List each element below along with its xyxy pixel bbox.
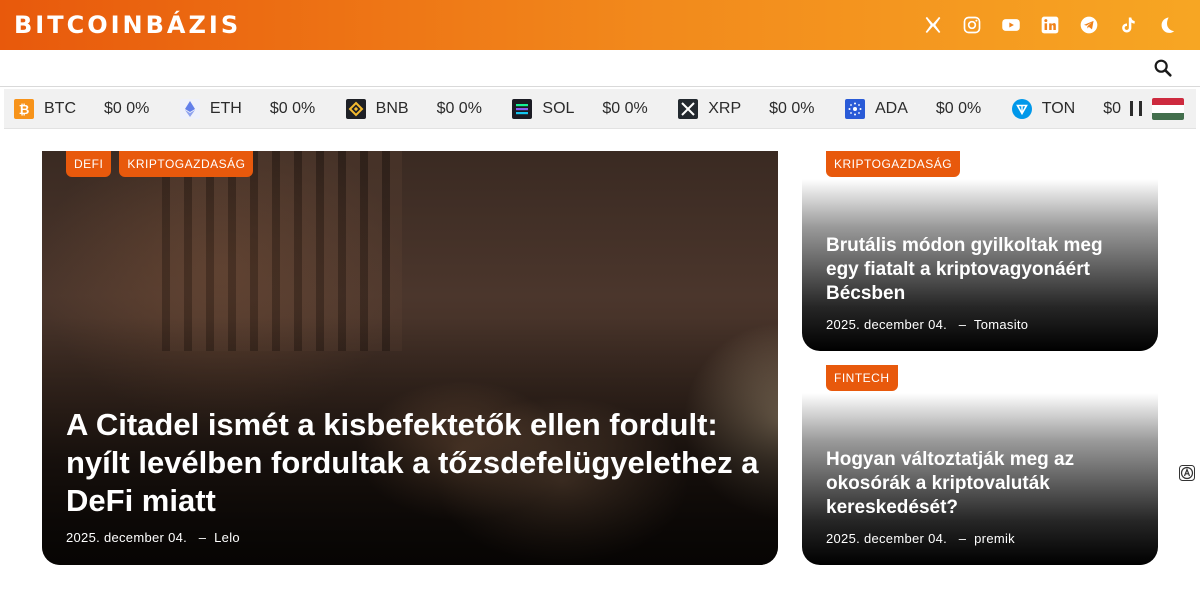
ticker-coin-bnb[interactable]: BNB $0 0% <box>345 89 482 128</box>
tag-defi[interactable]: DEFI <box>66 151 112 177</box>
card-meta: 2025. december 04. – Tomasito <box>826 317 1029 332</box>
bnb-icon <box>345 99 366 119</box>
x-icon[interactable] <box>913 0 952 50</box>
search-bar <box>0 50 1200 87</box>
social-links <box>913 0 1186 50</box>
ticker-pause-button[interactable] <box>1130 99 1142 119</box>
article-date: 2025. december 04. <box>66 530 188 545</box>
hero-tags: DEFI KRIPTOGAZDASÁG <box>66 151 254 177</box>
ticker-coin-ada[interactable]: ADA $0 0% <box>844 89 981 128</box>
article-date: 2025. december 04. <box>826 317 948 332</box>
article-author[interactable]: premik <box>974 531 1015 546</box>
dark-mode-icon[interactable] <box>1147 0 1186 50</box>
tiktok-icon[interactable] <box>1108 0 1147 50</box>
tag-kriptogazdasag[interactable]: KRIPTOGAZDASÁG <box>119 151 254 177</box>
article-card[interactable]: KRIPTOGAZDASÁG Brutális módon gyilkoltak… <box>802 151 1158 351</box>
ton-icon <box>1011 99 1032 119</box>
linkedin-icon[interactable] <box>1030 0 1069 50</box>
crypto-ticker: ₿ BTC $0 0% ETH $0 0% BNB $0 0% SOL $0 0… <box>4 89 1196 129</box>
ethereum-icon <box>179 99 200 119</box>
youtube-icon[interactable] <box>991 0 1030 50</box>
tag-kriptogazdasag[interactable]: KRIPTOGAZDASÁG <box>826 151 961 177</box>
featured-article[interactable]: DEFI KRIPTOGAZDASÁG A Citadel ismét a ki… <box>42 151 778 565</box>
ticker-coin-eth[interactable]: ETH $0 0% <box>179 89 315 128</box>
tag-fintech[interactable]: FINTECH <box>826 365 898 391</box>
card-title[interactable]: Hogyan változtatják meg az okosórák a kr… <box>826 448 1126 520</box>
hungary-flag-icon[interactable] <box>1152 98 1184 120</box>
accessibility-icon[interactable] <box>1179 465 1195 481</box>
hero-meta: 2025. december 04. – Lelo <box>66 530 240 545</box>
article-date: 2025. december 04. <box>826 531 948 546</box>
ticker-coin-sol[interactable]: SOL $0 0% <box>512 89 648 128</box>
telegram-icon[interactable] <box>1069 0 1108 50</box>
article-author[interactable]: Tomasito <box>974 317 1028 332</box>
bitcoin-icon: ₿ <box>14 99 34 119</box>
card-title[interactable]: Brutális módon gyilkoltak meg egy fiatal… <box>826 234 1126 306</box>
cardano-icon <box>844 99 865 119</box>
article-card[interactable]: FINTECH Hogyan változtatják meg az okosó… <box>802 365 1158 565</box>
instagram-icon[interactable] <box>952 0 991 50</box>
ticker-coin-btc[interactable]: ₿ BTC $0 0% <box>14 89 149 128</box>
ticker-coin-ton[interactable]: TON $0 0% <box>1011 89 1122 128</box>
article-author[interactable]: Lelo <box>214 530 240 545</box>
xrp-icon <box>678 99 699 119</box>
ticker-track: ₿ BTC $0 0% ETH $0 0% BNB $0 0% SOL $0 0… <box>14 89 1122 128</box>
hero-title[interactable]: A Citadel ismét a kisbefektetők ellen fo… <box>66 406 766 520</box>
solana-icon <box>512 99 533 119</box>
site-logo[interactable]: BITCOINBÁZIS <box>14 0 241 50</box>
site-header: BITCOINBÁZIS <box>0 0 1200 50</box>
ticker-coin-xrp[interactable]: XRP $0 0% <box>678 89 815 128</box>
card-meta: 2025. december 04. – premik <box>826 531 1015 546</box>
svg-text:₿: ₿ <box>19 103 30 118</box>
search-icon[interactable] <box>1152 57 1174 79</box>
